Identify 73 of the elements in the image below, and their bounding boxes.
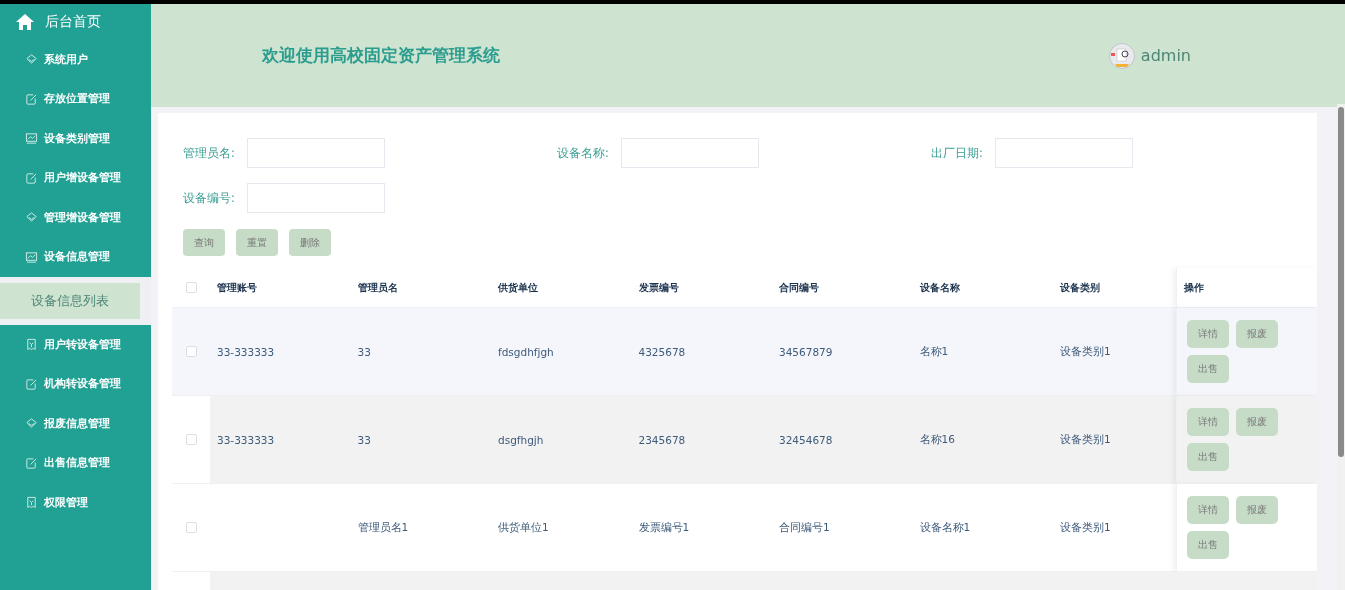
row-action-button[interactable]: 报废 <box>1236 496 1278 524</box>
checkbox[interactable] <box>185 434 197 445</box>
receipt-icon <box>25 338 38 352</box>
sidebar-item[interactable]: 存放位置管理 <box>0 79 151 119</box>
edit-icon <box>25 92 38 106</box>
table-cell: 设备类别1 <box>1060 520 1111 535</box>
sidebar-item[interactable]: 系统用户 <box>0 40 151 80</box>
field-label: 设备名称: <box>557 145 607 161</box>
table-cell: 名称1 <box>919 344 949 359</box>
sidebar-item[interactable]: 出售信息管理 <box>0 443 151 483</box>
edit-icon <box>25 377 38 391</box>
edit-icon <box>25 171 38 185</box>
user-name[interactable]: admin <box>1140 46 1191 65</box>
field-label: 出厂日期: <box>931 145 981 161</box>
sidebar-item[interactable]: 报废信息管理 <box>0 404 151 444</box>
sidebar-item[interactable]: 设备信息列表 <box>0 283 140 319</box>
table-cell: 33 <box>357 345 371 358</box>
table-cell: 供货单位1 <box>498 520 549 535</box>
checkbox[interactable] <box>185 522 197 533</box>
sidebar-item[interactable]: 设备信息管理 <box>0 237 151 277</box>
table-cell: dsgfhgjh <box>498 433 544 446</box>
table-cell: 2345678 <box>638 433 686 446</box>
table-cell: 4325678 <box>638 345 686 358</box>
field-label: 设备编号: <box>183 190 233 206</box>
diamond-icon <box>25 53 38 67</box>
sidebar-item[interactable]: 用户转设备管理 <box>0 325 151 365</box>
table-cell: 33 <box>357 433 371 446</box>
table-cell: fdsgdhfjgh <box>498 345 554 358</box>
input-field[interactable] <box>247 138 385 168</box>
diamond-icon <box>25 211 38 225</box>
row-action-button[interactable]: 出售 <box>1187 531 1229 559</box>
edit-icon <box>25 456 38 470</box>
sidebar-item[interactable]: 用户增设备管理 <box>0 158 151 198</box>
row-action-button[interactable]: 出售 <box>1187 443 1229 471</box>
table-cell: 发票编号1 <box>638 520 690 535</box>
chart-icon <box>25 250 38 264</box>
table-cell: 设备类别1 <box>1060 344 1111 359</box>
table-cell: 管理员名1 <box>357 520 409 535</box>
table-cell: 33-333333 <box>217 345 275 358</box>
row-action-button[interactable]: 报废 <box>1236 408 1278 436</box>
action-button[interactable]: 重置 <box>236 229 278 256</box>
sidebar-item[interactable]: 权限管理 <box>0 483 151 523</box>
avatar-icon[interactable] <box>1108 42 1135 69</box>
sidebar-item[interactable]: 管理增设备管理 <box>0 198 151 238</box>
input-field[interactable] <box>247 183 385 213</box>
home-link[interactable]: 后台首页 <box>0 4 151 40</box>
input-field[interactable] <box>995 138 1133 168</box>
row-action-button[interactable]: 出售 <box>1187 355 1229 383</box>
table-cell: 32454678 <box>779 433 833 446</box>
chart-icon <box>25 132 38 146</box>
action-button[interactable]: 删除 <box>289 229 331 256</box>
checkbox[interactable] <box>185 282 197 293</box>
table-cell: 34567879 <box>779 345 833 358</box>
table-cell: 设备类别1 <box>1060 432 1111 447</box>
checkbox[interactable] <box>185 346 197 357</box>
field-label: 管理员名: <box>183 145 233 161</box>
row-action-button[interactable]: 详情 <box>1187 408 1229 436</box>
page-title: 欢迎使用高校固定资产管理系统 <box>262 44 501 67</box>
diamond-icon <box>25 417 38 431</box>
sidebar-item[interactable]: 机构转设备管理 <box>0 364 151 404</box>
home-icon <box>15 12 35 32</box>
row-action-button[interactable]: 详情 <box>1187 496 1229 524</box>
action-button[interactable]: 查询 <box>183 229 225 256</box>
table-cell: 设备名称1 <box>919 520 971 535</box>
input-field[interactable] <box>621 138 759 168</box>
receipt-icon <box>25 496 38 510</box>
sidebar-item[interactable]: 设备类别管理 <box>0 119 151 159</box>
table-cell: 33-333333 <box>217 433 275 446</box>
table-cell: 合同编号1 <box>779 520 830 535</box>
scrollbar[interactable] <box>1337 104 1345 590</box>
table-cell: 名称16 <box>919 432 955 447</box>
row-action-button[interactable]: 报废 <box>1236 320 1278 348</box>
row-action-button[interactable]: 详情 <box>1187 320 1229 348</box>
